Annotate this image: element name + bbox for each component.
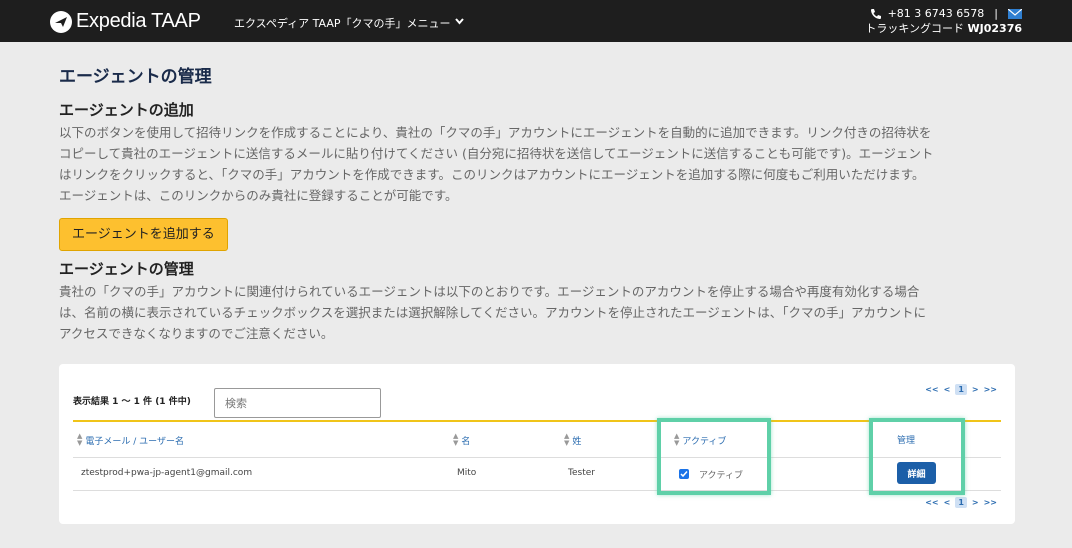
page-title: エージェントの管理 — [59, 67, 212, 87]
column-header-last-name[interactable]: ▲ ▼ 姓 — [564, 433, 581, 447]
description-line: 貴社の「クマの手」アカウントに関連付けられているエージェントは以下のとおりです。… — [59, 284, 920, 299]
tracking-code-value: WJ02376 — [967, 22, 1023, 35]
cell-email: ztestprod+pwa-jp-agent1@gmail.com — [81, 468, 253, 478]
mail-icon[interactable] — [1008, 8, 1022, 19]
description-line: アクセスできなくなりますのでご注意ください。 — [59, 326, 334, 341]
description-line: エージェントは、このリンクからのみ貴社に登録することが可能です。 — [59, 188, 458, 203]
phone-number[interactable]: +81 3 6743 6578 — [888, 6, 985, 21]
kuma-menu-dropdown[interactable]: エクスペディア TAAP「クマの手」メニュー — [234, 15, 465, 31]
contact-info: +81 3 6743 6578 | トラッキングコード WJ02376 — [865, 6, 1022, 36]
tracking-code: トラッキングコード WJ02376 — [865, 21, 1022, 36]
active-column-highlight — [657, 418, 771, 495]
plane-logo-icon — [50, 10, 72, 33]
column-header-email[interactable]: ▲ ▼ 電子メール / ユーザー名 — [77, 433, 184, 447]
add-agent-heading: エージェントの追加 — [59, 101, 194, 119]
description-line: は、名前の横に表示されているチェックボックスを選択または選択解除してください。ア… — [59, 305, 927, 320]
chevron-down-icon — [455, 18, 465, 28]
phone-icon — [870, 8, 882, 20]
separator: | — [994, 7, 998, 20]
add-agent-section: エージェントの管理 エージェントの追加 以下のボタンを使用して招待リンクを作成す… — [59, 62, 1019, 251]
tracking-label: トラッキングコード — [865, 22, 964, 35]
prev-page-link[interactable]: < — [944, 385, 951, 394]
top-navigation-bar: Expedia TAAP エクスペディア TAAP「クマの手」メニュー +81 … — [0, 0, 1072, 42]
current-page[interactable]: 1 — [955, 384, 967, 395]
manage-agents-heading: エージェントの管理 — [59, 260, 194, 278]
current-page[interactable]: 1 — [955, 497, 967, 508]
cell-last-name: Tester — [568, 468, 595, 478]
last-page-link[interactable]: >> — [984, 385, 997, 394]
manage-agents-description: 貴社の「クマの手」アカウントに関連付けられているエージェントは以下のとおりです。… — [59, 281, 1019, 344]
results-count: 表示結果 1 〜 1 件 (1 件中) — [73, 397, 191, 407]
first-page-link[interactable]: << — [925, 385, 938, 394]
column-header-label: 姓 — [572, 436, 582, 447]
description-line: 以下のボタンを使用して招待リンクを作成することにより、貴社の「クマの手」アカウン… — [59, 125, 932, 140]
menu-label: エクスペディア TAAP「クマの手」メニュー — [234, 17, 451, 30]
pagination-bottom: << < 1 > >> — [925, 497, 997, 508]
pagination-top: << < 1 > >> — [925, 384, 997, 395]
manage-agents-section: エージェントの管理 貴社の「クマの手」アカウントに関連付けられているエージェント… — [59, 258, 1019, 344]
row-divider — [73, 457, 1001, 458]
description-line: コピーして貴社のエージェントに送信するメールに貼り付けてください (自分宛に招待… — [59, 146, 934, 161]
logo-text: Expedia TAAP — [76, 10, 201, 32]
prev-page-link[interactable]: < — [944, 498, 951, 507]
column-header-label: 電子メール / ユーザー名 — [85, 436, 184, 447]
first-page-link[interactable]: << — [925, 498, 938, 507]
add-agent-button[interactable]: エージェントを追加する — [59, 218, 228, 251]
row-divider — [73, 490, 1001, 491]
sort-icon: ▲ ▼ — [77, 432, 83, 447]
sort-icon: ▲ ▼ — [453, 432, 459, 447]
column-header-label: 名 — [461, 436, 471, 447]
next-page-link[interactable]: > — [972, 498, 979, 507]
column-header-first-name[interactable]: ▲ ▼ 名 — [453, 433, 470, 447]
add-agent-description: 以下のボタンを使用して招待リンクを作成することにより、貴社の「クマの手」アカウン… — [59, 122, 1019, 206]
search-input[interactable] — [214, 388, 381, 418]
next-page-link[interactable]: > — [972, 385, 979, 394]
last-page-link[interactable]: >> — [984, 498, 997, 507]
header-divider — [73, 420, 1001, 422]
description-line: はリンクをクリックすると、「クマの手」アカウントを作成できます。このリンクはアカ… — [59, 167, 925, 182]
manage-column-highlight — [869, 418, 965, 495]
expedia-taap-logo[interactable]: Expedia TAAP — [50, 10, 201, 33]
sort-icon: ▲ ▼ — [564, 432, 570, 447]
cell-first-name: Mito — [457, 468, 477, 478]
